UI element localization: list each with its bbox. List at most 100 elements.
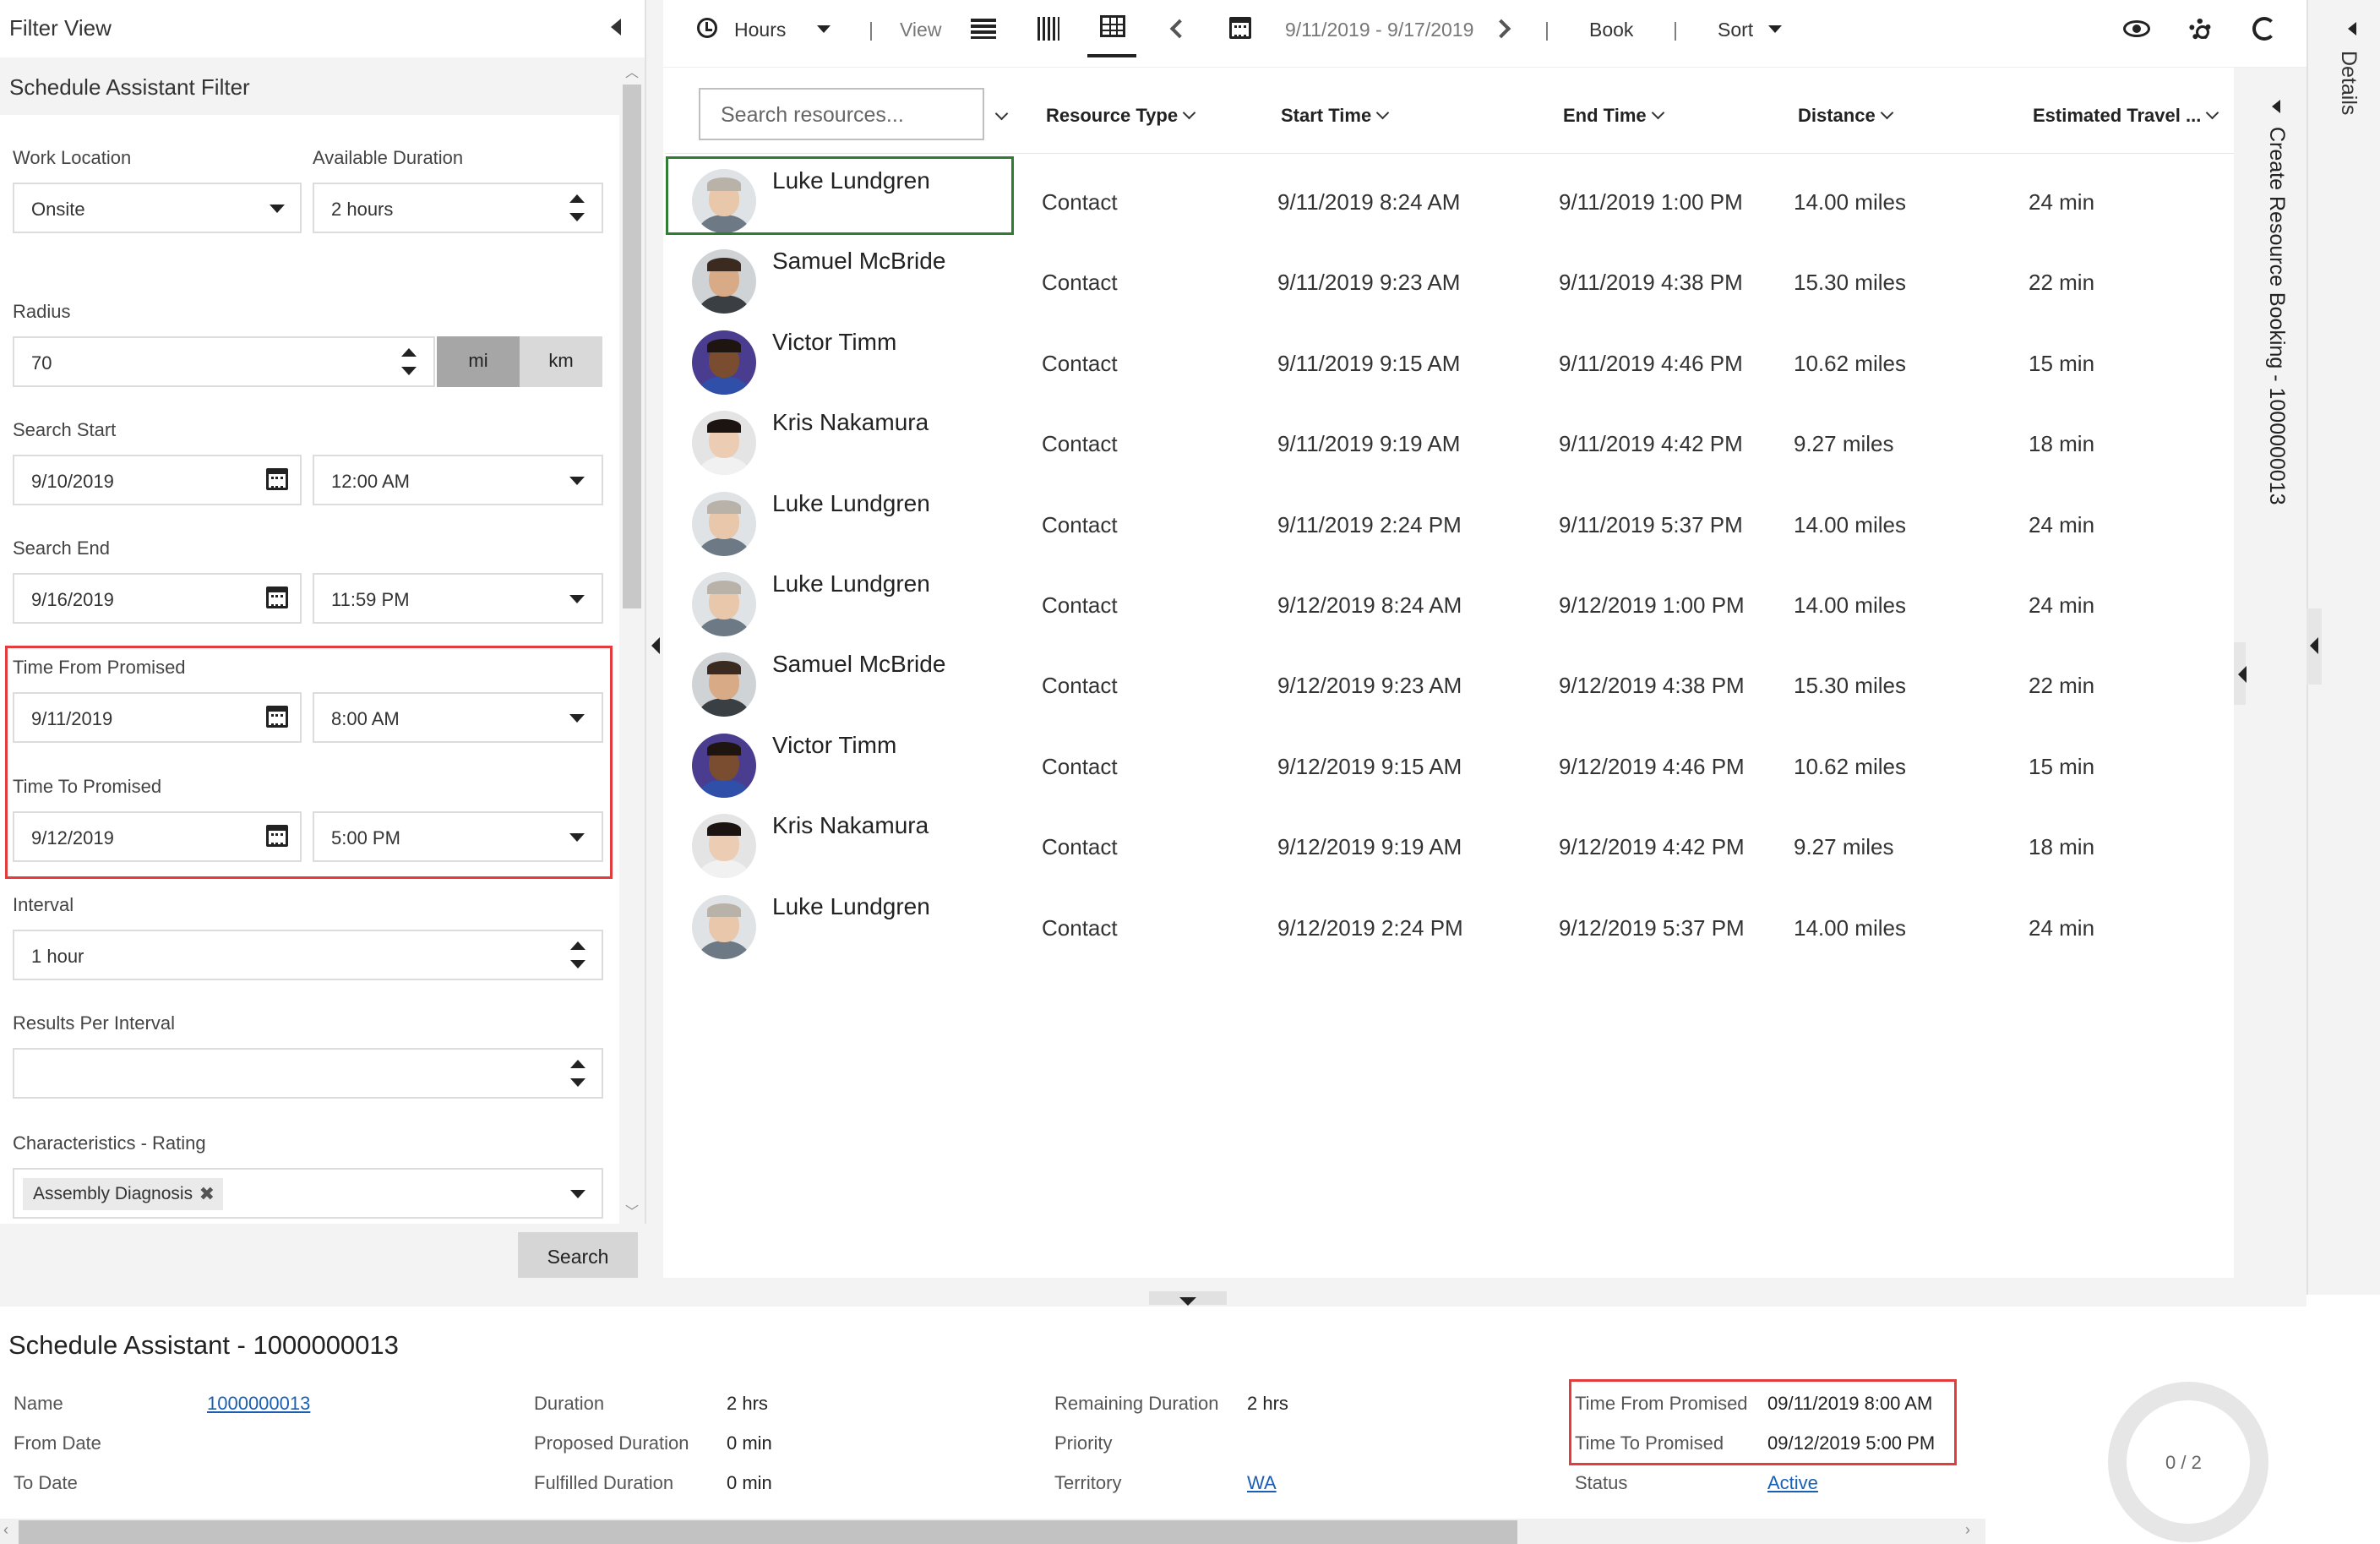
search-resources-input[interactable]: Search resources... — [699, 88, 984, 140]
characteristics-select[interactable]: Assembly Diagnosis ✖ — [13, 1168, 603, 1219]
time-to-promised-time[interactable]: 5:00 PM — [313, 811, 603, 862]
search-start-time[interactable]: 12:00 AM — [313, 455, 603, 505]
results-per-interval-input[interactable] — [13, 1048, 603, 1099]
collapse-arrow-icon[interactable] — [2238, 666, 2247, 683]
book-button[interactable]: Book — [1589, 19, 1633, 41]
table-row[interactable]: Kris Nakamura Contact 9/12/2019 9:19 AM 9/1… — [665, 802, 2234, 882]
available-duration-select[interactable]: 2 hours — [313, 183, 603, 233]
end-time-cell: 9/12/2019 1:00 PM — [1559, 592, 1745, 618]
grid-view-icon[interactable] — [1100, 15, 1125, 37]
resource-name[interactable]: Luke Lundgren — [772, 570, 930, 597]
start-time-cell: 9/11/2019 9:15 AM — [1277, 350, 1461, 376]
territory-link[interactable]: WA — [1247, 1472, 1277, 1494]
date-range[interactable]: 9/11/2019 - 9/17/2019 — [1285, 19, 1473, 41]
collapse-arrow-icon[interactable] — [651, 637, 660, 654]
column-header-start-time[interactable]: Start Time — [1281, 105, 1390, 127]
stepper-icon[interactable] — [570, 1060, 585, 1087]
end-time-cell: 9/11/2019 4:42 PM — [1559, 431, 1743, 457]
calendar-icon[interactable] — [266, 468, 288, 490]
collapse-arrow-icon[interactable] — [2310, 637, 2318, 654]
time-from-promised-time[interactable]: 8:00 AM — [313, 692, 603, 743]
radius-input[interactable]: 70 — [13, 336, 435, 387]
interval-select[interactable]: 1 hour — [13, 930, 603, 980]
expand-booking-icon[interactable] — [2272, 100, 2280, 113]
scroll-up-icon[interactable]: ︿ — [625, 61, 639, 81]
table-row[interactable]: Victor Timm Contact 9/12/2019 9:15 AM 9/12/… — [665, 722, 2234, 802]
scroll-down-icon[interactable]: ﹀ — [625, 1200, 639, 1220]
eye-icon[interactable] — [2123, 20, 2150, 37]
resource-name[interactable]: Kris Nakamura — [772, 812, 929, 839]
toolbar-separator: | — [1544, 19, 1549, 41]
grid-view-active-indicator — [1087, 54, 1136, 57]
table-row[interactable]: Luke Lundgren Contact 9/11/2019 2:24 PM 9/1… — [665, 480, 2234, 560]
search-end-time[interactable]: 11:59 PM — [313, 573, 603, 624]
scroll-right-icon[interactable]: › — [1965, 1521, 1970, 1539]
unit-mi-button[interactable]: mi — [437, 336, 520, 387]
vertical-view-icon[interactable] — [1038, 17, 1059, 41]
search-dropdown-icon[interactable] — [990, 105, 1009, 128]
column-header-distance[interactable]: Distance — [1798, 105, 1893, 127]
resource-name[interactable]: Samuel McBride — [772, 651, 945, 678]
search-end-date-value: 9/16/2019 — [31, 589, 114, 610]
table-row[interactable]: Luke Lundgren Contact 9/12/2019 2:24 PM 9/1… — [665, 883, 2234, 963]
status-link[interactable]: Active — [1767, 1472, 1818, 1494]
search-start-date[interactable]: 9/10/2019 — [13, 455, 302, 505]
time-from-promised-date-value: 9/11/2019 — [31, 708, 113, 729]
table-row[interactable]: Samuel McBride Contact 9/11/2019 9:23 AM 9/… — [665, 237, 2234, 318]
remove-tag-icon[interactable]: ✖ — [199, 1178, 215, 1210]
create-booking-title[interactable]: Create Resource Booking - 1000000013 — [2264, 127, 2289, 505]
chevron-down-icon[interactable] — [817, 25, 831, 33]
time-from-promised-date[interactable]: 9/11/2019 — [13, 692, 302, 743]
table-row[interactable]: Victor Timm Contact 9/11/2019 9:15 AM 9/11/… — [665, 319, 2234, 399]
sort-button[interactable]: Sort — [1718, 19, 1753, 41]
available-duration-label: Available Duration — [313, 147, 464, 168]
time-to-promised-date[interactable]: 9/12/2019 — [13, 811, 302, 862]
table-row[interactable]: Kris Nakamura Contact 9/11/2019 9:19 AM 9/1… — [665, 399, 2234, 479]
calendar-icon[interactable] — [266, 587, 288, 608]
resource-name[interactable]: Luke Lundgren — [772, 490, 930, 517]
search-button[interactable]: Search — [518, 1232, 638, 1281]
resource-type-cell: Contact — [1042, 350, 1118, 376]
filter-scrollbar-thumb[interactable] — [623, 85, 641, 608]
chevron-down-icon[interactable] — [1768, 25, 1782, 33]
bottom-scrollbar-thumb[interactable] — [19, 1520, 1517, 1544]
table-row[interactable]: Samuel McBride Contact 9/12/2019 9:23 AM 9/… — [665, 641, 2234, 721]
collapse-filter-icon[interactable] — [611, 19, 621, 35]
stepper-icon[interactable] — [401, 348, 417, 375]
resource-name[interactable]: Victor Timm — [772, 732, 896, 759]
next-icon[interactable] — [1491, 19, 1511, 39]
calendar-icon[interactable] — [266, 825, 288, 847]
search-end-date[interactable]: 9/16/2019 — [13, 573, 302, 624]
hours-button[interactable]: Hours — [734, 19, 786, 41]
refresh-icon[interactable] — [2252, 17, 2276, 41]
resource-name[interactable]: Kris Nakamura — [772, 409, 929, 436]
column-header-resource-type[interactable]: Resource Type — [1046, 105, 1196, 127]
clock-icon[interactable] — [697, 18, 717, 38]
gear-icon[interactable] — [2189, 19, 2211, 41]
resource-name[interactable]: Victor Timm — [772, 329, 896, 356]
unit-km-button[interactable]: km — [520, 336, 602, 387]
name-label: Name — [14, 1393, 63, 1414]
column-header-end-time[interactable]: End Time — [1563, 105, 1664, 127]
table-row[interactable]: Luke Lundgren Contact 9/12/2019 8:24 AM 9/1… — [665, 560, 2234, 641]
time-to-promised-summary-label: Time To Promised — [1575, 1432, 1724, 1454]
available-duration-value: 2 hours — [331, 199, 394, 220]
distance-cell: 14.00 miles — [1794, 592, 1906, 618]
work-location-select[interactable]: Onsite — [13, 183, 302, 233]
calendar-icon[interactable] — [1229, 17, 1251, 39]
calendar-icon[interactable] — [266, 706, 288, 728]
scroll-left-icon[interactable]: ‹ — [3, 1521, 8, 1539]
name-link[interactable]: 1000000013 — [207, 1393, 310, 1415]
start-time-cell: 9/12/2019 8:24 AM — [1277, 592, 1462, 618]
resource-name[interactable]: Luke Lundgren — [772, 893, 930, 920]
collapse-down-icon[interactable] — [1179, 1297, 1196, 1306]
resource-name[interactable]: Samuel McBride — [772, 248, 945, 275]
column-header-estimated-travel[interactable]: Estimated Travel ... — [2033, 105, 2219, 127]
list-view-icon[interactable] — [971, 19, 996, 39]
avatar — [692, 572, 756, 636]
time-to-promised-label: Time To Promised — [13, 776, 162, 797]
previous-icon[interactable] — [1169, 19, 1190, 39]
details-label[interactable]: Details — [2336, 51, 2361, 115]
travel-time-cell: 24 min — [2029, 914, 2095, 941]
expand-details-icon[interactable] — [2348, 22, 2356, 35]
